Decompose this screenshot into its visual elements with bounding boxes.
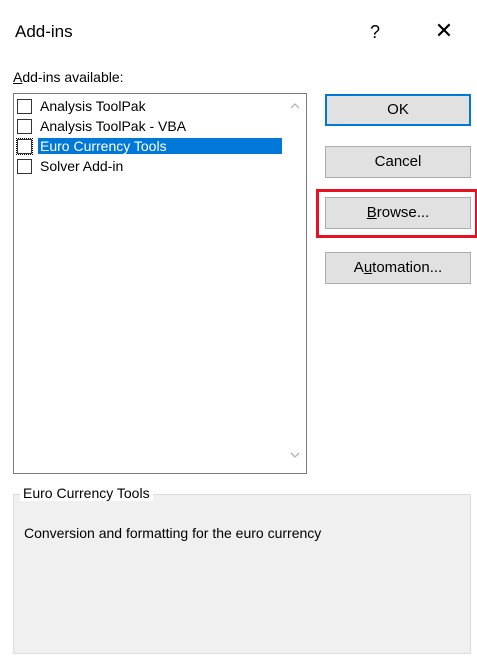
scroll-down-icon[interactable] (286, 449, 304, 467)
ok-button[interactable]: OK (325, 94, 471, 126)
description-title: Euro Currency Tools (20, 485, 153, 501)
addins-list-items: Analysis ToolPak Analysis ToolPak - VBA … (16, 96, 282, 176)
automation-mnemonic: u (363, 259, 373, 276)
addin-item-analysis-toolpak-vba[interactable]: Analysis ToolPak - VBA (17, 116, 282, 136)
automation-button[interactable]: Automation... (325, 252, 471, 284)
browse-mnemonic: B (366, 204, 377, 221)
addin-item-solver-add-in[interactable]: Solver Add-in (17, 156, 282, 176)
browse-label: rowse... (376, 204, 430, 221)
addins-listbox[interactable]: Analysis ToolPak Analysis ToolPak - VBA … (13, 93, 307, 474)
addin-label: Analysis ToolPak - VBA (40, 118, 187, 134)
addin-label: Analysis ToolPak (40, 98, 146, 114)
addin-label: Solver Add-in (40, 158, 124, 174)
automation-label-rest: tomation... (372, 259, 443, 276)
description-group: Euro Currency Tools Conversion and forma… (13, 485, 471, 654)
browse-button[interactable]: Browse... (325, 197, 471, 229)
cancel-button[interactable]: Cancel (325, 146, 471, 178)
scroll-up-icon[interactable] (286, 100, 304, 118)
addin-label: Euro Currency Tools (38, 138, 282, 154)
description-text: Conversion and formatting for the euro c… (24, 525, 322, 541)
addin-checkbox[interactable] (16, 137, 33, 155)
addins-available-label: Add-ins available: (13, 69, 124, 85)
addins-label-mnemonic: A (13, 69, 23, 85)
addin-checkbox[interactable] (17, 98, 32, 114)
addin-checkbox[interactable] (17, 118, 32, 134)
addin-item-euro-currency-tools[interactable]: Euro Currency Tools (16, 136, 282, 156)
addin-item-analysis-toolpak[interactable]: Analysis ToolPak (17, 96, 282, 116)
help-button[interactable]: ? (357, 18, 393, 46)
dialog-titlebar: Add-ins ? ✕ (0, 0, 477, 64)
addins-label-text: dd-ins available: (22, 69, 124, 85)
listbox-scrollbar[interactable] (284, 94, 306, 473)
dialog-title: Add-ins (15, 22, 73, 41)
addin-checkbox[interactable] (17, 158, 32, 174)
automation-label-pre: A (353, 259, 364, 276)
close-button[interactable]: ✕ (426, 16, 462, 46)
